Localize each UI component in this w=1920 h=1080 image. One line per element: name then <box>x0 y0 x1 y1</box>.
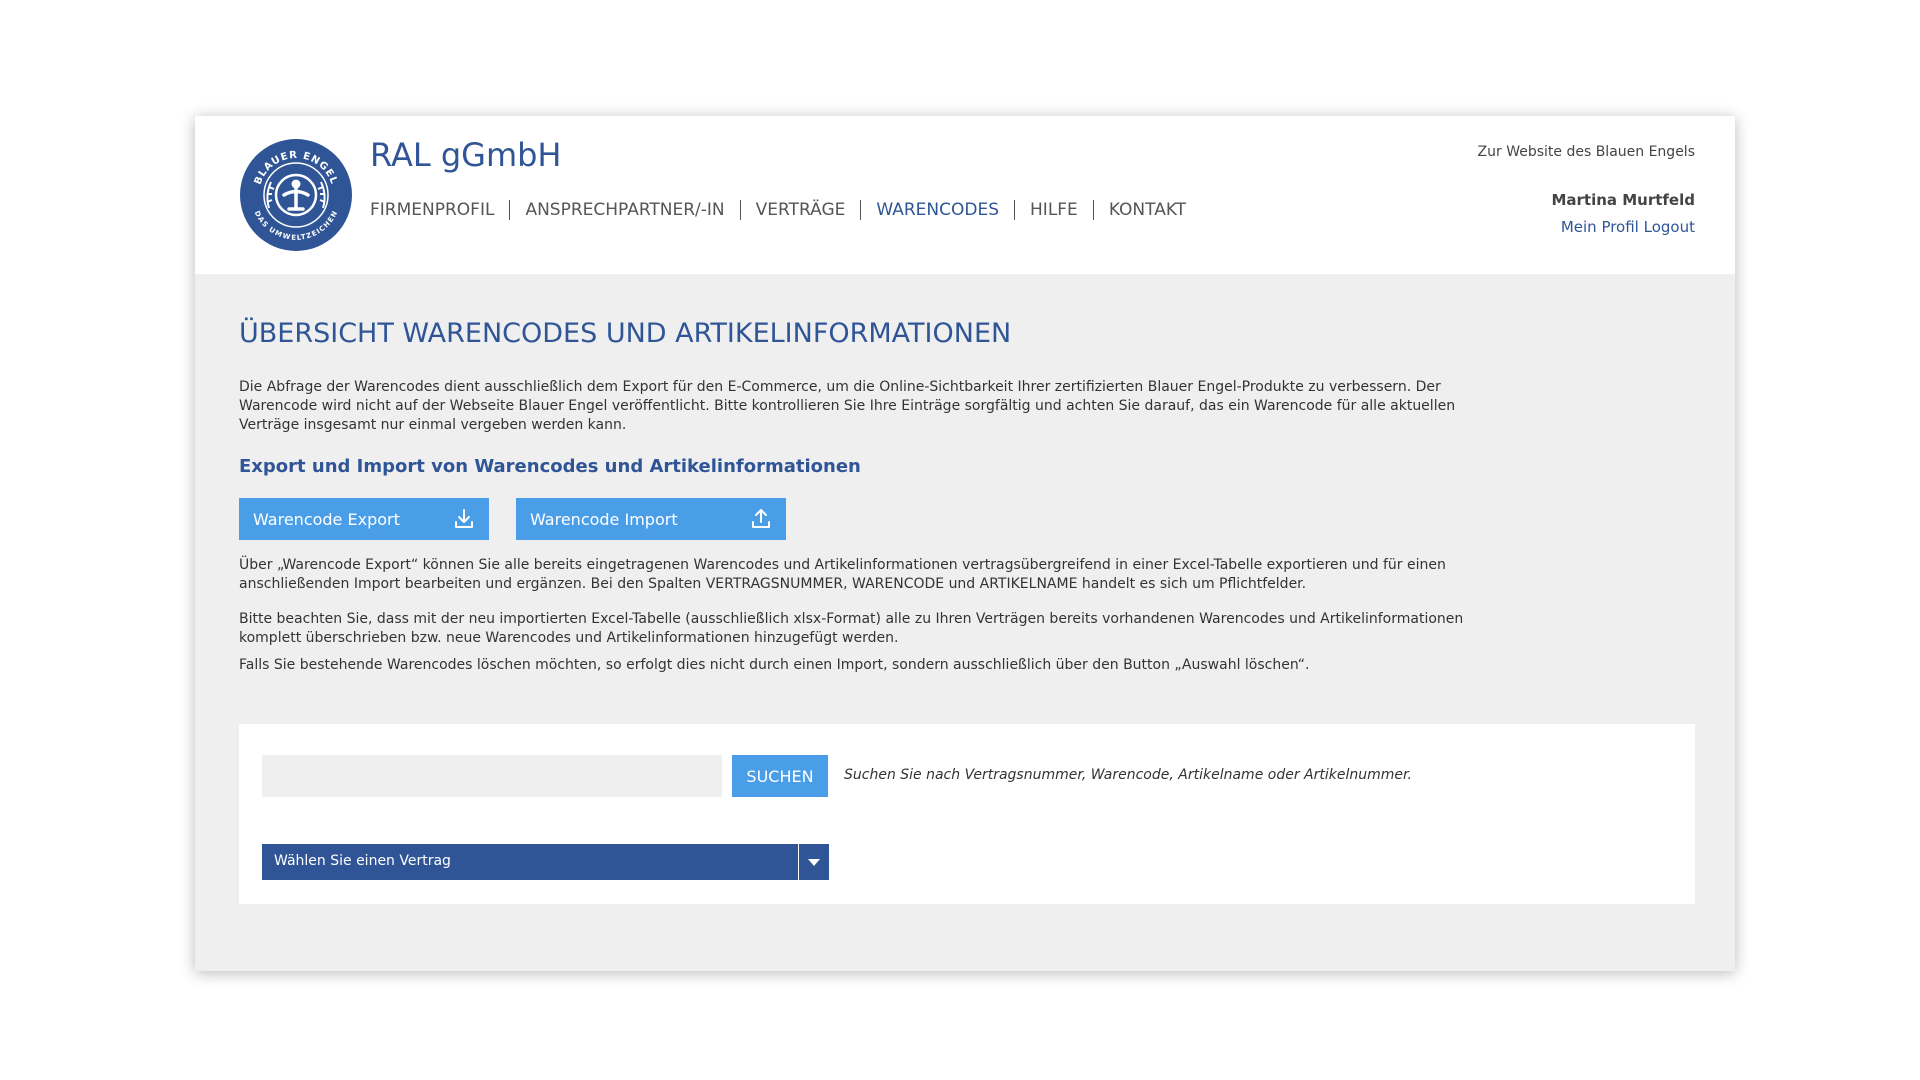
import-button-label: Warencode Import <box>530 509 678 529</box>
search-button[interactable]: SUCHEN <box>732 755 828 797</box>
nav-item-firmenprofil[interactable]: FIRMENPROFIL <box>370 200 494 220</box>
main-nav: FIRMENPROFIL ANSPRECHPARTNER/-IN VERTRÄG… <box>370 200 1186 220</box>
app-window: BLAUER ENGEL DAS UMWELTZEICHEN RAL gGmbH… <box>195 116 1735 971</box>
nav-divider <box>509 200 511 220</box>
nav-divider <box>1092 200 1094 220</box>
nav-item-ansprechpartner[interactable]: ANSPRECHPARTNER/-IN <box>525 200 724 220</box>
search-hint: Suchen Sie nach Vertragsnummer, Warencod… <box>844 767 1412 783</box>
import-info-text: Bitte beachten Sie, dass mit der neu imp… <box>239 611 1464 646</box>
logo-svg: BLAUER ENGEL DAS UMWELTZEICHEN <box>240 139 352 251</box>
nav-item-kontakt[interactable]: KONTAKT <box>1109 200 1186 220</box>
export-button-label: Warencode Export <box>253 509 400 529</box>
section-title: Export und Import von Warencodes und Art… <box>239 456 861 477</box>
upload-icon <box>752 509 770 528</box>
export-info-text: Über „Warencode Export“ können Sie alle … <box>239 557 1446 592</box>
intro-text: Die Abfrage der Warencodes dient ausschl… <box>239 379 1456 433</box>
nav-item-warencodes[interactable]: WARENCODES <box>876 200 999 220</box>
nav-item-vertraege[interactable]: VERTRÄGE <box>756 200 846 220</box>
chevron-down-icon[interactable] <box>798 844 829 880</box>
download-icon <box>455 509 473 528</box>
nav-item-hilfe[interactable]: HILFE <box>1030 200 1078 220</box>
website-link[interactable]: Zur Website des Blauen Engels <box>1478 144 1695 160</box>
nav-divider <box>1014 200 1016 220</box>
logout-link[interactable]: Logout <box>1644 218 1695 236</box>
header: BLAUER ENGEL DAS UMWELTZEICHEN RAL gGmbH… <box>195 116 1735 274</box>
nav-divider <box>739 200 741 220</box>
warencode-import-button[interactable]: Warencode Import <box>516 498 786 540</box>
delete-info-text: Falls Sie bestehende Warencodes löschen … <box>239 657 1310 673</box>
search-input[interactable] <box>262 755 722 797</box>
contract-select[interactable]: Wählen Sie einen Vertrag <box>262 844 829 880</box>
search-panel: SUCHEN Suchen Sie nach Vertragsnummer, W… <box>239 724 1695 904</box>
dropdown-arrow <box>808 858 820 866</box>
nav-divider <box>860 200 862 220</box>
warencode-export-button[interactable]: Warencode Export <box>239 498 489 540</box>
profile-link[interactable]: Mein Profil <box>1561 218 1639 236</box>
page-title: ÜBERSICHT WARENCODES UND ARTIKELINFORMAT… <box>239 318 1012 349</box>
user-links: Mein Profil Logout <box>1561 218 1695 236</box>
contract-select-label: Wählen Sie einen Vertrag <box>274 853 451 869</box>
user-name: Martina Murtfeld <box>1551 191 1695 209</box>
blue-angel-logo-icon[interactable]: BLAUER ENGEL DAS UMWELTZEICHEN <box>239 138 353 252</box>
brand-title: RAL gGmbH <box>370 136 562 174</box>
